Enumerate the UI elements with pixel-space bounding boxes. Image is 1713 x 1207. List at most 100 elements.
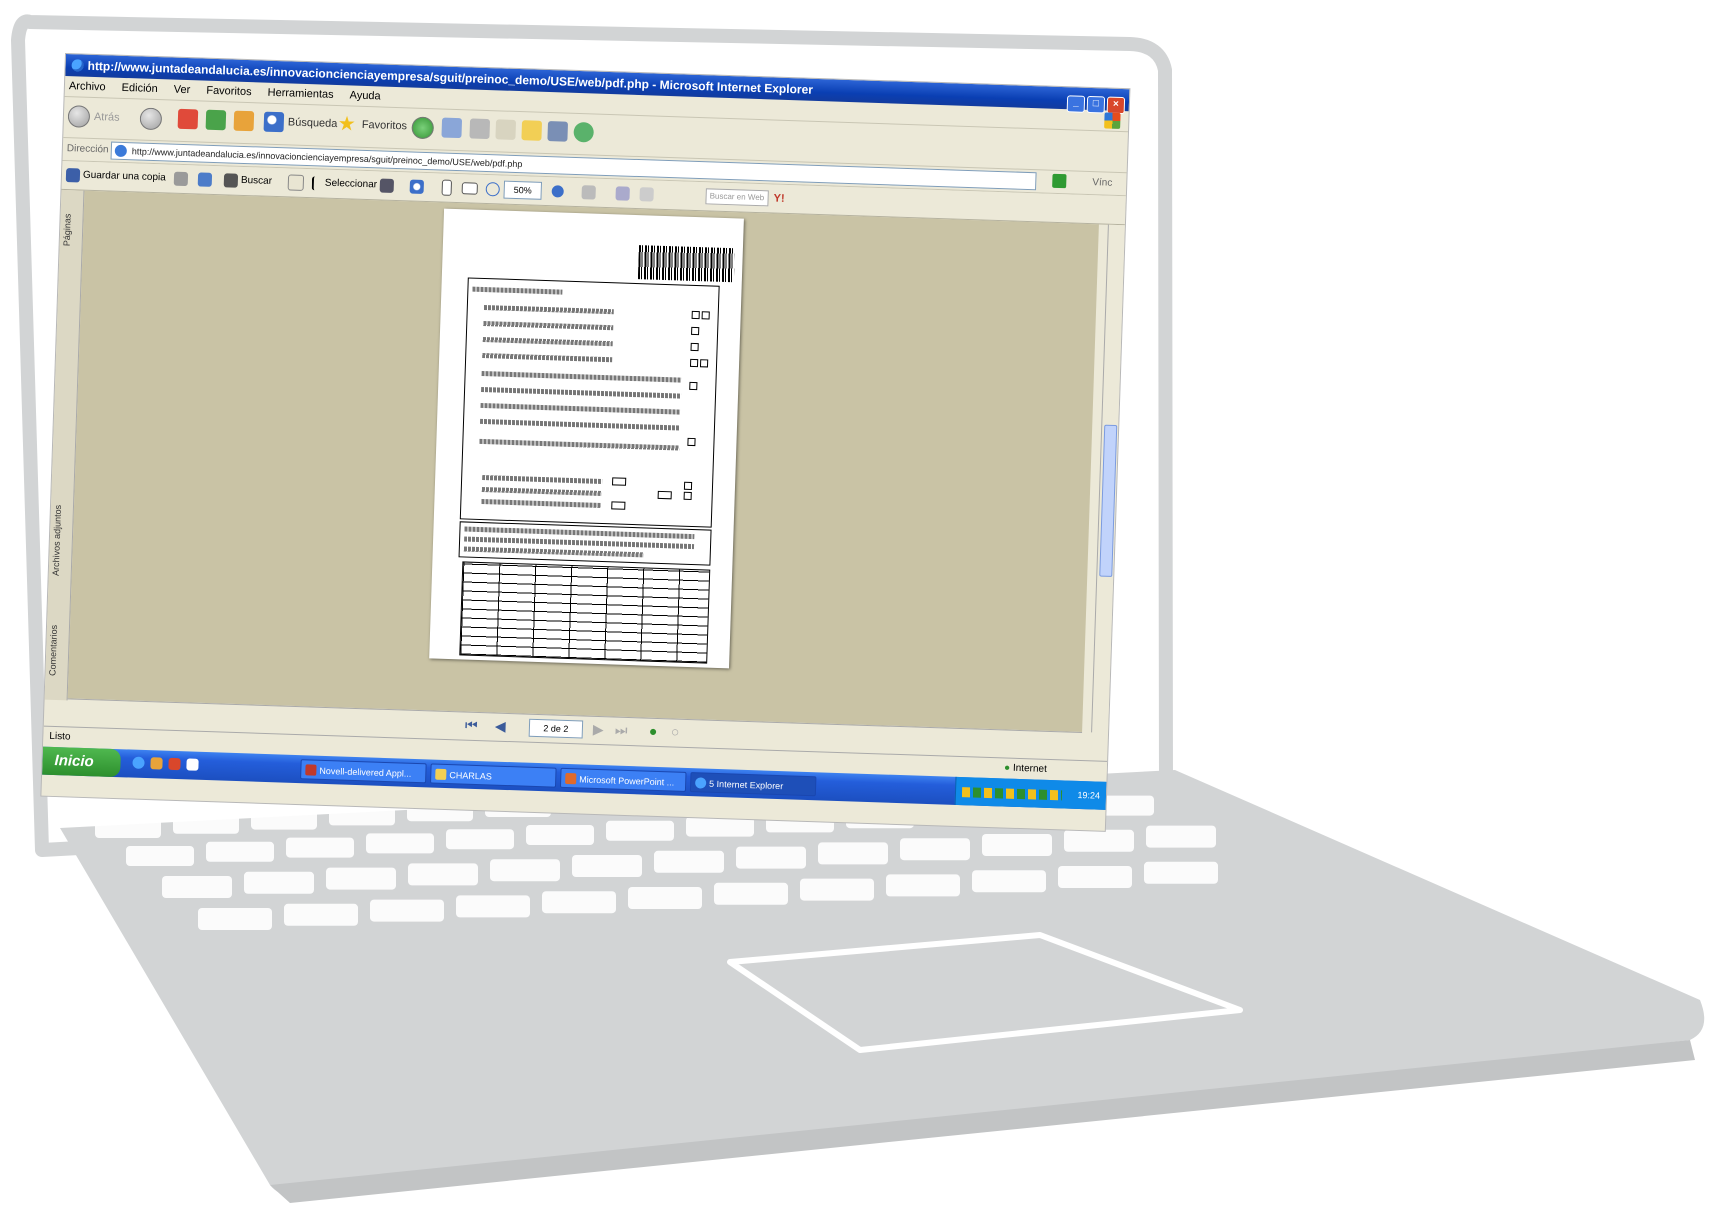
star-icon: ★ bbox=[337, 113, 357, 136]
keyboard-key bbox=[628, 887, 702, 909]
print-icon bbox=[469, 118, 491, 140]
desktop-launch-icon[interactable] bbox=[186, 758, 199, 771]
pdf-viewer[interactable] bbox=[67, 190, 1099, 733]
next-view-icon[interactable]: ○ bbox=[671, 723, 680, 739]
sign-button[interactable] bbox=[615, 179, 630, 207]
ie-icon bbox=[695, 777, 707, 789]
folder-icon bbox=[435, 768, 447, 781]
keyboard-key bbox=[366, 833, 434, 854]
clock: 19:24 bbox=[1077, 789, 1101, 801]
menu-herramientas[interactable]: Herramientas bbox=[267, 87, 333, 101]
pdf-find-button[interactable]: Buscar bbox=[223, 166, 272, 196]
undo-icon bbox=[639, 187, 654, 202]
tray-icons[interactable] bbox=[961, 786, 1063, 801]
keyboard-key bbox=[900, 838, 970, 861]
hand-icon bbox=[287, 174, 305, 191]
favorites-button[interactable]: ★ Favoritos bbox=[337, 113, 407, 136]
keyboard-key bbox=[736, 846, 806, 869]
forward-button[interactable] bbox=[139, 107, 163, 131]
save-copy-button[interactable]: Guardar una copia bbox=[65, 161, 167, 192]
tab-pages[interactable]: Páginas bbox=[61, 200, 81, 261]
search-button[interactable]: Búsqueda bbox=[263, 111, 338, 134]
zoom-input[interactable]: 50% bbox=[503, 180, 543, 200]
yahoo-icon: Y! bbox=[773, 192, 785, 205]
hand-tool-button[interactable] bbox=[287, 168, 305, 197]
ie-launch-icon[interactable] bbox=[132, 756, 145, 769]
tab-attachments[interactable]: Archivos adjuntos bbox=[50, 480, 72, 601]
task-powerpoint[interactable]: Microsoft PowerPoint ... bbox=[559, 767, 687, 792]
printer-icon bbox=[173, 171, 189, 187]
zoom-in-button[interactable] bbox=[409, 172, 425, 200]
keyboard-key bbox=[1144, 861, 1218, 884]
camera-icon bbox=[379, 178, 395, 193]
previous-page-button[interactable]: ◀ bbox=[495, 718, 506, 734]
stop-button[interactable] bbox=[177, 108, 199, 130]
menu-favoritos[interactable]: Favoritos bbox=[206, 85, 252, 98]
next-page-button[interactable]: ▶ bbox=[593, 721, 604, 737]
fit-page-button[interactable] bbox=[441, 174, 453, 202]
undo-button[interactable] bbox=[639, 180, 654, 208]
email-icon bbox=[197, 172, 213, 187]
mail-button[interactable] bbox=[441, 117, 463, 139]
last-page-button[interactable]: ⏭ bbox=[615, 722, 628, 738]
keyboard-key bbox=[284, 903, 358, 926]
form-section bbox=[459, 277, 720, 528]
media-launch-icon[interactable] bbox=[150, 757, 163, 770]
menu-ver[interactable]: Ver bbox=[174, 84, 191, 97]
keyboard-key bbox=[818, 842, 888, 865]
previous-view-icon[interactable]: ● bbox=[649, 723, 658, 739]
keyboard-key bbox=[714, 882, 788, 905]
menu-edicion[interactable]: Edición bbox=[121, 82, 157, 95]
zone-indicator: ● Internet bbox=[1003, 762, 1048, 775]
rotate-icon bbox=[581, 185, 596, 200]
mail-icon bbox=[441, 117, 463, 139]
yahoo-button[interactable]: Y! bbox=[773, 185, 785, 213]
keyboard-key bbox=[982, 834, 1052, 856]
pdf-email-button[interactable] bbox=[197, 165, 213, 193]
refresh-button[interactable] bbox=[205, 109, 227, 131]
home-button[interactable] bbox=[233, 110, 255, 132]
form-notes bbox=[458, 521, 712, 566]
task-charlas[interactable]: CHARLAS bbox=[430, 763, 557, 788]
keyboard-key bbox=[456, 895, 530, 918]
task-novell[interactable]: Novell-delivered Appl... bbox=[300, 759, 427, 784]
keyboard-key bbox=[886, 874, 960, 897]
folder-button[interactable] bbox=[521, 120, 543, 141]
barcode bbox=[637, 245, 735, 283]
select-tool-button[interactable]: Seleccionar bbox=[311, 169, 377, 199]
quick-launch bbox=[132, 756, 199, 771]
menu-ayuda[interactable]: Ayuda bbox=[349, 89, 380, 102]
app-launch-icon[interactable] bbox=[168, 757, 181, 771]
page-number-input[interactable]: 2 de 2 bbox=[528, 718, 584, 739]
messenger-icon bbox=[573, 121, 595, 143]
menu-archivo[interactable]: Archivo bbox=[69, 80, 106, 93]
system-tray: 19:24 bbox=[954, 776, 1107, 810]
print-button[interactable] bbox=[469, 118, 491, 140]
tab-comments[interactable]: Comentarios bbox=[47, 610, 68, 691]
keyboard-key bbox=[162, 876, 232, 898]
back-button[interactable]: Atrás bbox=[67, 105, 120, 129]
links-label[interactable]: Vínc bbox=[1092, 172, 1113, 195]
zoom-plus-button[interactable] bbox=[551, 177, 564, 205]
rotate-button[interactable] bbox=[581, 178, 596, 206]
snapshot-button[interactable] bbox=[379, 171, 395, 199]
start-button[interactable]: Inicio bbox=[42, 746, 121, 778]
address-label: Dirección bbox=[66, 143, 109, 156]
edit-button[interactable] bbox=[495, 119, 517, 140]
keyboard-key bbox=[198, 908, 272, 930]
research-button[interactable] bbox=[547, 121, 569, 142]
screen: http://www.juntadeandalucia.es/innovacio… bbox=[41, 54, 1130, 831]
history-button[interactable] bbox=[411, 116, 435, 140]
binoculars-icon bbox=[223, 173, 239, 188]
keyboard-key bbox=[654, 850, 724, 873]
task-internet-explorer[interactable]: 5 Internet Explorer bbox=[689, 772, 817, 797]
fit-width-button[interactable] bbox=[461, 174, 478, 203]
form-table bbox=[459, 561, 711, 664]
messenger-button[interactable] bbox=[573, 121, 595, 143]
go-button[interactable] bbox=[1052, 173, 1067, 189]
refresh-icon bbox=[205, 109, 227, 131]
pdf-print-button[interactable] bbox=[173, 165, 189, 193]
zoom-out-button[interactable] bbox=[485, 175, 500, 203]
first-page-button[interactable]: ⏮ bbox=[465, 717, 478, 733]
search-web-input[interactable]: Buscar en Web bbox=[705, 188, 769, 207]
